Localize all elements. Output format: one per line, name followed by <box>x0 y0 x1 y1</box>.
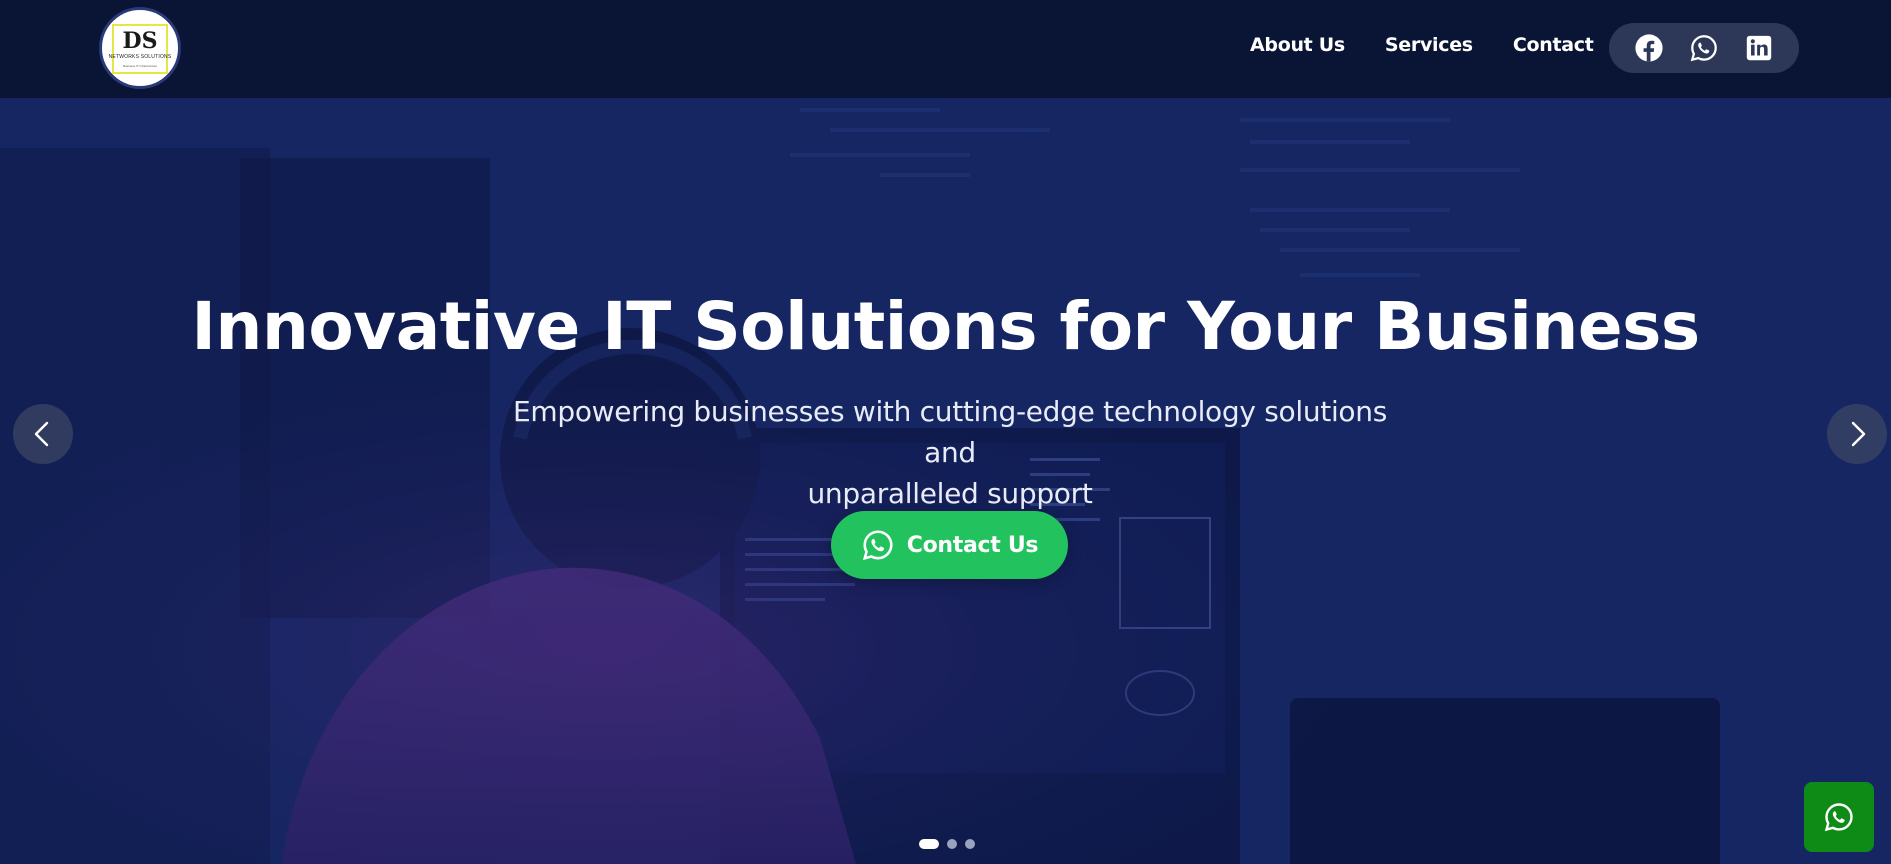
carousel-indicators <box>919 839 975 849</box>
hero-title: Innovative IT Solutions for Your Busines… <box>191 288 1700 365</box>
whatsapp-float-button[interactable] <box>1804 782 1874 852</box>
hero-section: Innovative IT Solutions for Your Busines… <box>0 98 1891 864</box>
contact-us-label: Contact Us <box>906 532 1039 558</box>
hero-subtitle-line1: Empowering businesses with cutting-edge … <box>512 395 1387 469</box>
carousel-dot-3[interactable] <box>965 839 975 849</box>
main-nav: About Us Services Contact <box>1250 34 1594 56</box>
hero-subtitle: Empowering businesses with cutting-edge … <box>490 391 1410 514</box>
nav-link-about-us[interactable]: About Us <box>1250 34 1345 56</box>
facebook-icon[interactable] <box>1634 33 1664 63</box>
logo-subtext: NETWORKS SOLUTIONS <box>108 54 172 60</box>
carousel-prev-button[interactable] <box>13 404 73 464</box>
carousel-dot-1[interactable] <box>919 839 939 849</box>
site-header: DS NETWORKS SOLUTIONS Business IT Infras… <box>0 0 1891 98</box>
chevron-right-icon <box>1851 421 1866 447</box>
hero-subtitle-line2: unparalleled support <box>807 477 1093 510</box>
whatsapp-icon[interactable] <box>1689 33 1719 63</box>
linkedin-icon[interactable] <box>1744 33 1774 63</box>
social-links <box>1609 23 1799 73</box>
carousel-next-button[interactable] <box>1827 404 1887 464</box>
logo-tagline: Business IT Infrastructure <box>122 64 158 68</box>
whatsapp-icon <box>1824 803 1853 832</box>
contact-us-button[interactable]: Contact Us <box>831 511 1068 579</box>
whatsapp-icon <box>862 530 893 561</box>
logo-text: DS <box>122 28 158 54</box>
brand-logo[interactable]: DS NETWORKS SOLUTIONS Business IT Infras… <box>99 7 181 89</box>
carousel-dot-2[interactable] <box>947 839 957 849</box>
nav-link-services[interactable]: Services <box>1385 34 1473 56</box>
nav-link-contact[interactable]: Contact <box>1513 34 1594 56</box>
chevron-left-icon <box>34 421 49 447</box>
